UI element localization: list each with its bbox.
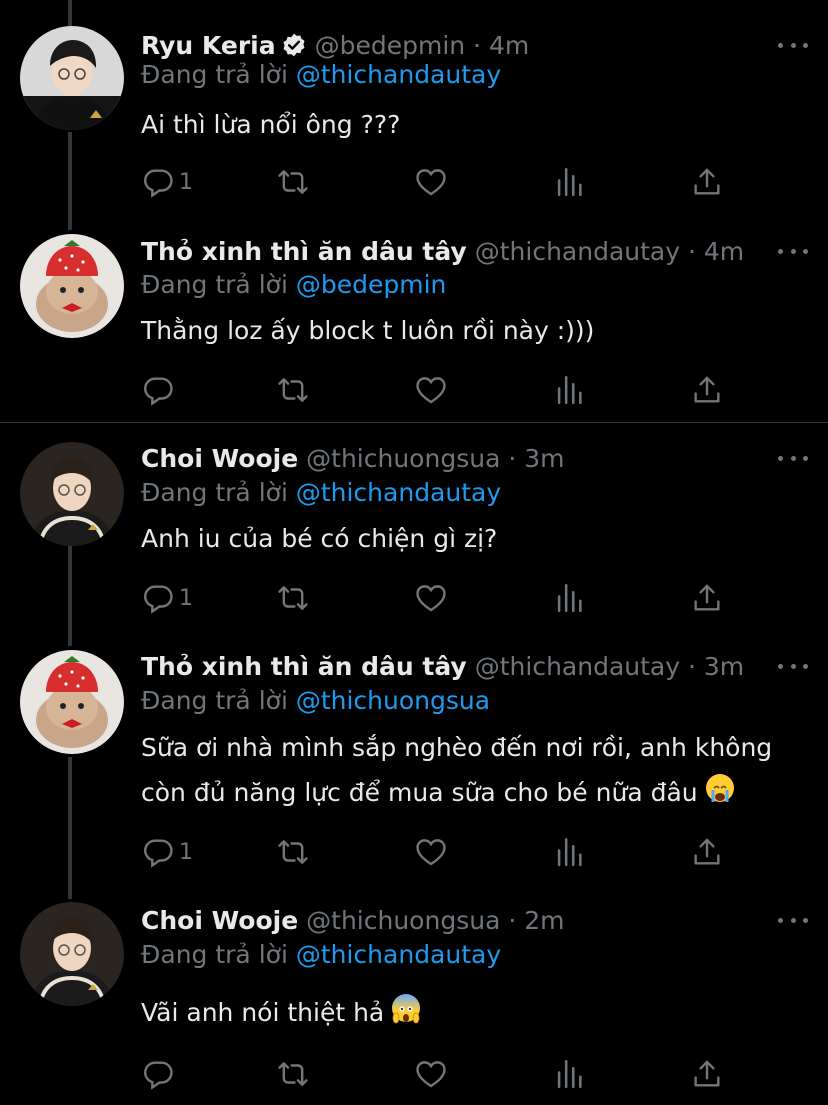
tweet-actions (141, 1056, 731, 1092)
like-button[interactable] (414, 1056, 448, 1092)
share-button[interactable] (690, 1056, 724, 1092)
handle-and-time: @thichuongsua · 2m (306, 905, 565, 935)
avatar[interactable] (20, 902, 124, 1006)
replying-to: Đang trả lời @thichandautay (141, 940, 502, 969)
reply-button[interactable] (141, 1056, 175, 1092)
display-name[interactable]: Choi Wooje (141, 906, 298, 935)
retweet-icon (276, 1057, 310, 1091)
tweet-text: Vãi anh nói thiệt hả (141, 990, 808, 1035)
like-icon (414, 1057, 448, 1091)
stats-icon (552, 1057, 586, 1091)
reply-icon (141, 1057, 175, 1091)
stats-button[interactable] (552, 1056, 586, 1092)
mention-link[interactable]: @thichandautay (296, 940, 501, 969)
tweet[interactable]: Choi Wooje @thichuongsua · 2m Đang trả l… (0, 0, 828, 1105)
face-screaming-in-fear-icon (392, 994, 421, 1024)
retweet-button[interactable] (276, 1056, 310, 1092)
share-icon (690, 1057, 724, 1091)
more-options-icon[interactable] (778, 903, 808, 937)
